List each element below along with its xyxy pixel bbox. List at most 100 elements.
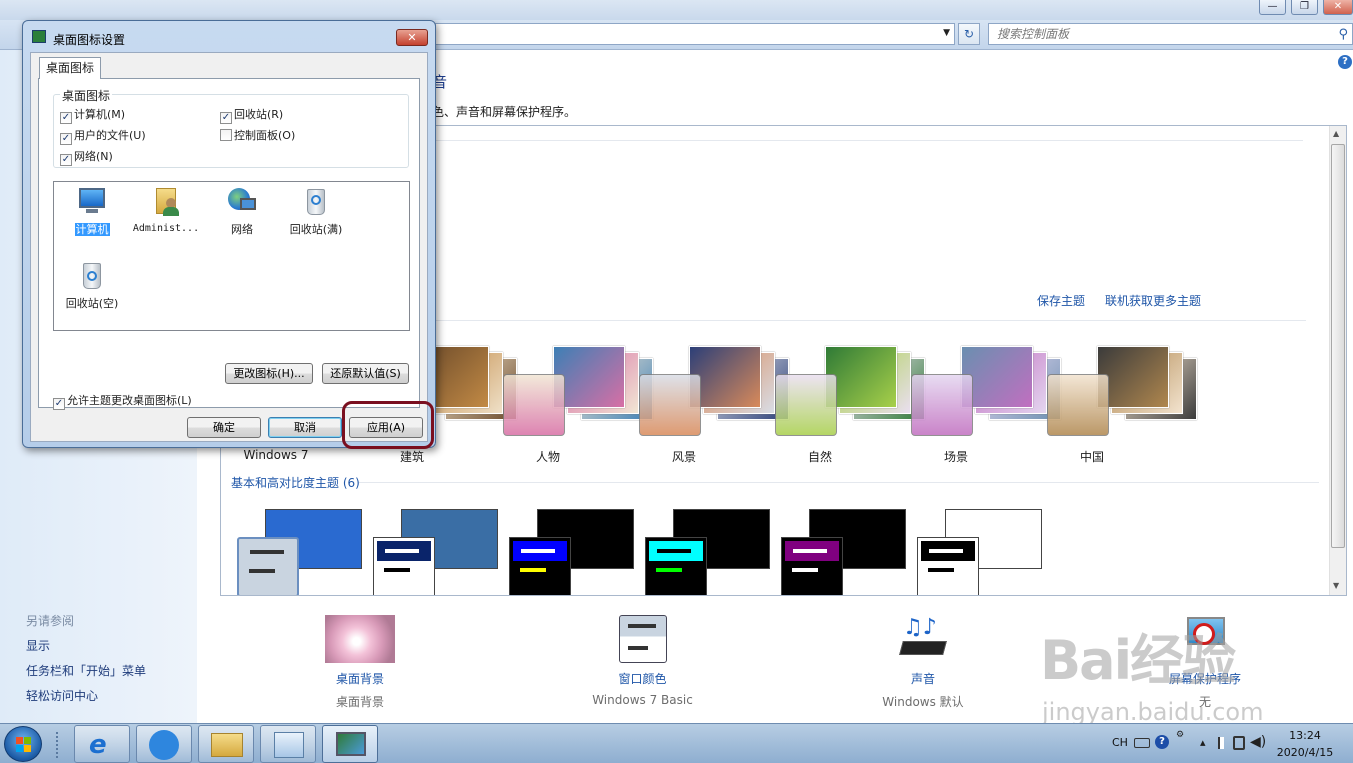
tab-page: 桌面图标 ✓ 计算机(M) ✓ 回收站(R) ✓ 用户的文件(U) 控制面板(O) ✓… [38, 78, 420, 410]
search-icon[interactable]: ⚲ [1338, 25, 1348, 45]
basic-theme-window-preview [509, 537, 571, 595]
dialog-body: 桌面图标 桌面图标 ✓ 计算机(M) ✓ 回收站(R) ✓ 用户的文件(U) 控制面板… [30, 52, 428, 442]
restore-button[interactable]: ❐ [1291, 0, 1318, 15]
theme-name: 风景 [671, 450, 696, 464]
window-color-value: Windows 7 Basic [592, 693, 693, 707]
link-ease-of-access[interactable]: 轻松访问中心 [26, 687, 98, 704]
checkbox-box[interactable]: ✓ [53, 398, 65, 410]
checkbox-label: 网络(N) [74, 150, 113, 163]
checkbox-box[interactable]: ✓ [220, 112, 232, 124]
desktop-background-label[interactable]: 桌面背景 [305, 670, 415, 687]
basic-theme-thumbnail[interactable] [645, 509, 785, 595]
basic-theme-body-text [792, 568, 818, 572]
clock-date: 2020/4/15 [1276, 746, 1334, 759]
computer-icon [76, 186, 108, 218]
help-tray-icon[interactable]: ? [1155, 735, 1169, 749]
basic-theme-thumbnail[interactable] [509, 509, 649, 595]
start-button[interactable] [4, 726, 42, 762]
close-button[interactable]: ✕ [1323, 0, 1353, 15]
checkbox-box[interactable]: ✓ [60, 112, 72, 124]
taskbar-feishu[interactable] [136, 725, 192, 763]
taskbar-explorer[interactable] [198, 725, 254, 763]
checkbox-allow-themes[interactable]: ✓ 允许主题更改桌面图标(L) [53, 392, 192, 410]
window-color-item[interactable]: 窗口颜色 Windows 7 Basic [585, 615, 700, 707]
help-icon[interactable]: ? [1338, 55, 1352, 69]
user-folder-icon [150, 186, 182, 218]
volume-icon[interactable]: ◀) [1250, 734, 1266, 750]
theme-thumbnail[interactable]: 中国 [1047, 344, 1197, 464]
basic-theme-thumbnail[interactable] [373, 509, 513, 595]
get-more-themes-link[interactable]: 联机获取更多主题 [1105, 292, 1201, 309]
link-taskbar-start-menu[interactable]: 任务栏和「开始」菜单 [26, 662, 146, 679]
icon-item-network[interactable]: 网络 [206, 186, 278, 237]
theme-thumbnail[interactable]: 场景 [911, 344, 1061, 464]
desktop-icon-settings-icon [336, 732, 366, 756]
theme-thumbnail[interactable]: 风景 [639, 344, 789, 464]
basic-theme-thumbnail[interactable] [781, 509, 921, 595]
theme-thumbnail[interactable]: 自然 [775, 344, 925, 464]
icon-item-recycle-full[interactable]: 回收站(满) [280, 186, 352, 237]
clock-time: 13:24 [1289, 729, 1321, 742]
watermark-logo: Bai经验 [1040, 629, 1236, 692]
sound-label[interactable]: 声音 [868, 670, 978, 687]
scroll-up-icon[interactable]: ▲ [1333, 129, 1339, 138]
minimize-button[interactable]: — [1259, 0, 1286, 15]
icon-item-recycle-empty[interactable]: 回收站(空) [56, 260, 128, 311]
network-tray-icon[interactable] [1233, 736, 1245, 750]
theme-name: 人物 [535, 450, 560, 464]
desktop-icons-group: 桌面图标 ✓ 计算机(M) ✓ 回收站(R) ✓ 用户的文件(U) 控制面板(O) ✓… [53, 87, 409, 168]
checkbox-control-panel[interactable]: 控制面板(O) [220, 127, 295, 143]
theme-thumbnail[interactable]: 人物 [503, 344, 653, 464]
clock[interactable]: 13:24 2020/4/15 [1270, 728, 1340, 760]
sound-item[interactable]: ♫♪ 声音 Windows 默认 [868, 615, 978, 710]
window-color-label[interactable]: 窗口颜色 [585, 670, 700, 687]
tray-options-icon[interactable]: ⚙ [1176, 730, 1184, 740]
link-display[interactable]: 显示 [26, 637, 50, 654]
desktop-background-item[interactable]: 桌面背景 桌面背景 [305, 615, 415, 710]
taskbar-desktop-icon-settings[interactable] [322, 725, 378, 763]
show-hidden-icons-chevron-icon[interactable]: ▴ [1200, 736, 1206, 749]
language-indicator[interactable]: CH [1112, 736, 1128, 749]
cancel-button[interactable]: 取消 [268, 417, 342, 438]
checkbox-computer[interactable]: ✓ 计算机(M) [60, 106, 125, 124]
basic-theme-caption [377, 541, 431, 561]
checkbox-recycle-bin[interactable]: ✓ 回收站(R) [220, 106, 283, 124]
scroll-thumb[interactable] [1331, 144, 1345, 548]
basic-theme-caption [649, 541, 703, 561]
taskbar: e CH ? ⚙ ▴ ◀) 13:24 2020/4/15 [0, 723, 1353, 763]
tab-desktop-icons[interactable]: 桌面图标 [39, 57, 101, 79]
restore-default-button[interactable]: 还原默认值(S) [322, 363, 409, 384]
scroll-down-icon[interactable]: ▼ [1333, 581, 1339, 590]
icon-list[interactable]: 计算机 Administ... 网络 回收站(满) 回收站(空) [53, 181, 410, 331]
basic-theme-caption [921, 541, 975, 561]
theme-name: Windows 7 [243, 448, 309, 462]
recycle-bin-full-icon [300, 186, 332, 218]
checkbox-network[interactable]: ✓ 网络(N) [60, 148, 113, 166]
action-center-flag-icon[interactable] [1218, 737, 1228, 749]
theme-list-scrollbar[interactable]: ▲ ▼ [1329, 126, 1346, 595]
checkbox-box[interactable] [220, 129, 232, 141]
basic-theme-caption [785, 541, 839, 561]
taskbar-ie[interactable]: e [74, 725, 130, 763]
address-bar[interactable]: ▼ [435, 23, 955, 45]
dialog-close-button[interactable]: ✕ [396, 29, 428, 46]
refresh-button[interactable]: ↻ [958, 23, 980, 45]
checkbox-box[interactable]: ✓ [60, 133, 72, 145]
save-theme-link[interactable]: 保存主题 [1037, 292, 1085, 309]
group-title: 桌面图标 [60, 87, 113, 104]
icon-item-computer[interactable]: 计算机 [56, 186, 128, 237]
search-input[interactable]: 搜索控制面板 ⚲ [988, 23, 1353, 45]
ok-button[interactable]: 确定 [187, 417, 261, 438]
change-icon-button[interactable]: 更改图标(H)... [225, 363, 313, 384]
taskbar-control-panel[interactable] [260, 725, 316, 763]
keyboard-icon[interactable] [1134, 738, 1150, 748]
basic-theme-thumbnail[interactable] [917, 509, 1057, 595]
checkbox-box[interactable]: ✓ [60, 154, 72, 166]
taskbar-grip[interactable] [56, 732, 60, 758]
icon-item-administrator[interactable]: Administ... [130, 186, 202, 234]
basic-theme-caption-text [793, 549, 827, 553]
basic-theme-thumbnail[interactable] [237, 509, 377, 595]
checkbox-user-files[interactable]: ✓ 用户的文件(U) [60, 127, 146, 145]
checkbox-label: 允许主题更改桌面图标(L) [67, 394, 192, 407]
address-dropdown-icon[interactable]: ▼ [943, 28, 950, 38]
